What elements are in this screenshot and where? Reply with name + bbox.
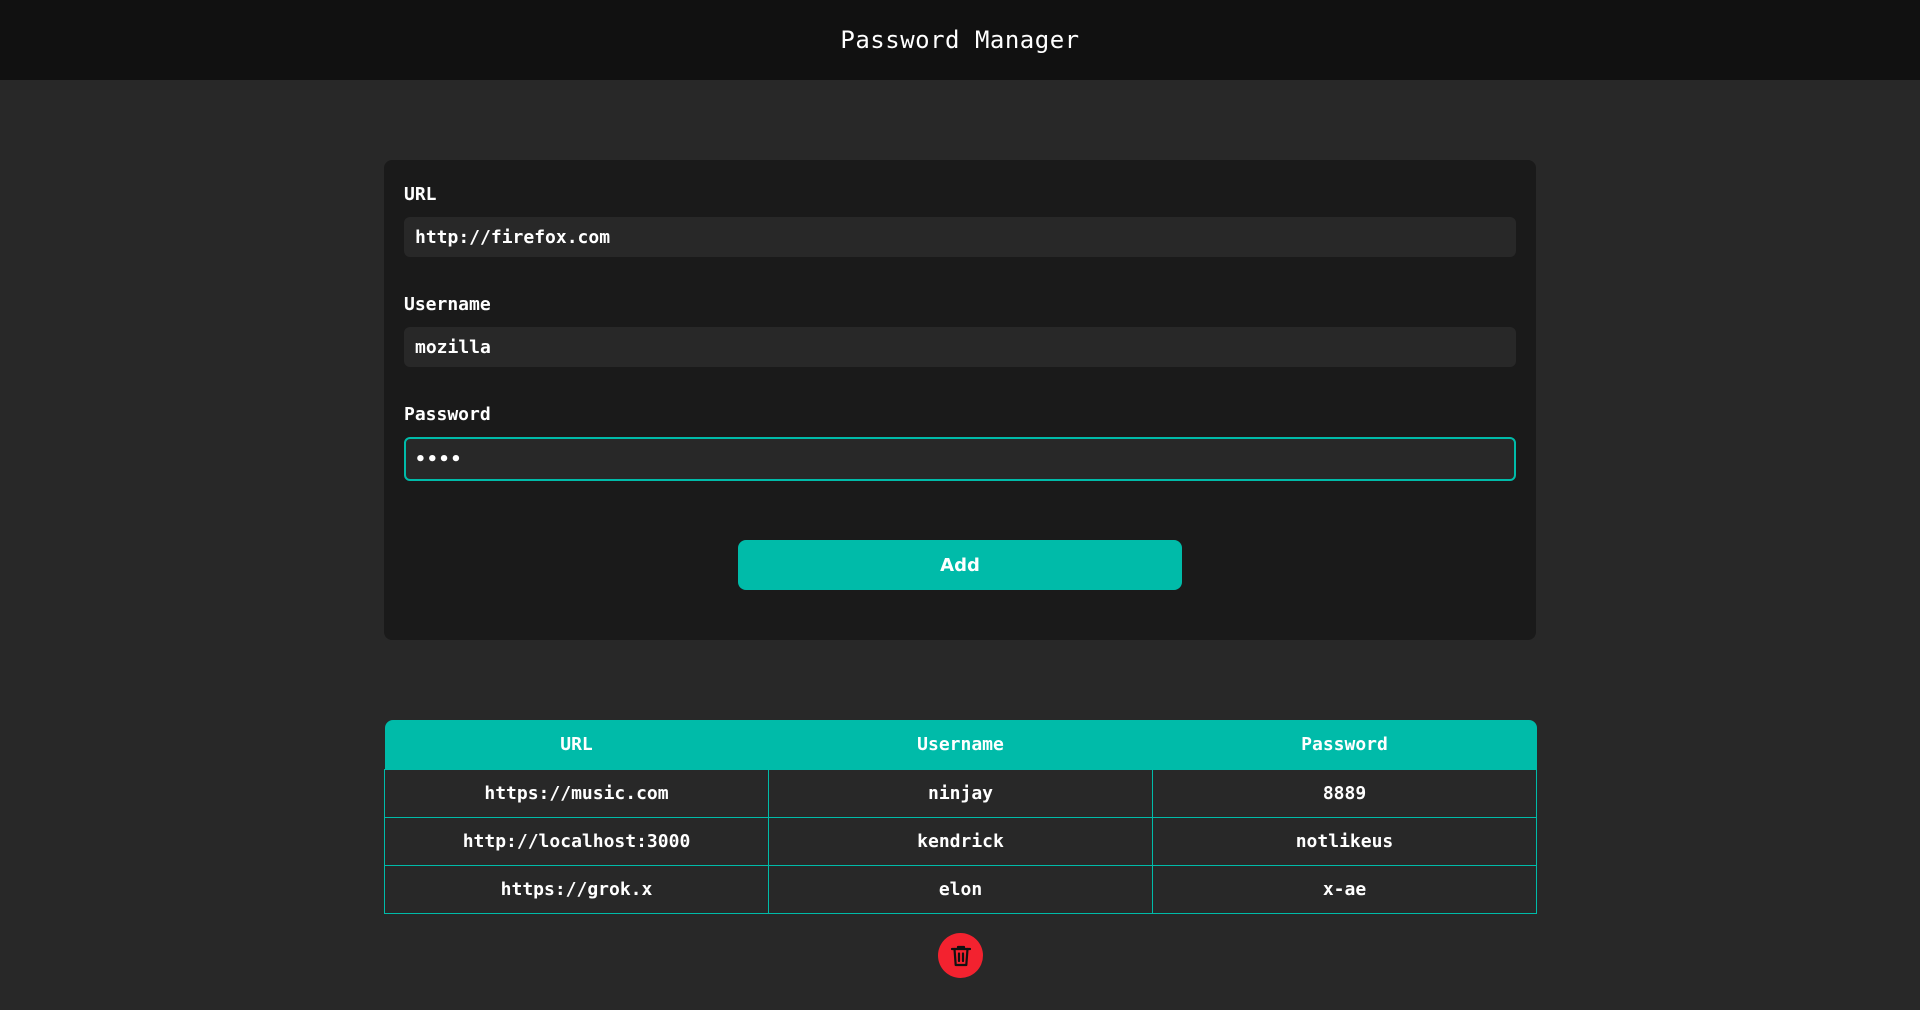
credentials-table-container: URL Username Password https://music.com … bbox=[384, 720, 1537, 914]
password-field-group: Password bbox=[404, 404, 1516, 481]
table-row: https://grok.x elon x-ae bbox=[384, 864, 1537, 914]
cell-username: elon bbox=[768, 864, 1153, 914]
cell-username: ninjay bbox=[768, 768, 1153, 818]
add-credential-form: URL Username Password Add bbox=[384, 160, 1536, 640]
cell-password: 8889 bbox=[1152, 768, 1537, 818]
url-input[interactable] bbox=[404, 217, 1516, 257]
cell-url: https://grok.x bbox=[384, 864, 769, 914]
url-label: URL bbox=[404, 184, 437, 205]
password-input[interactable] bbox=[404, 437, 1516, 481]
table-row: http://localhost:3000 kendrick notlikeus bbox=[384, 816, 1537, 866]
app-header: Password Manager bbox=[0, 0, 1920, 80]
credentials-table: URL Username Password https://music.com … bbox=[384, 720, 1537, 914]
username-field-group: Username bbox=[404, 294, 1516, 367]
cell-password: notlikeus bbox=[1152, 816, 1537, 866]
password-label: Password bbox=[404, 404, 491, 425]
cell-password: x-ae bbox=[1152, 864, 1537, 914]
username-label: Username bbox=[404, 294, 491, 315]
page-title: Password Manager bbox=[840, 26, 1080, 54]
column-header-password: Password bbox=[1152, 720, 1537, 769]
table-row: https://music.com ninjay 8889 bbox=[384, 768, 1537, 818]
cell-username: kendrick bbox=[768, 816, 1153, 866]
table-header-row: URL Username Password bbox=[384, 720, 1537, 769]
cell-url: http://localhost:3000 bbox=[384, 816, 769, 866]
username-input[interactable] bbox=[404, 327, 1516, 367]
delete-all-button[interactable] bbox=[938, 933, 983, 978]
trash-icon bbox=[950, 944, 972, 968]
add-button[interactable]: Add bbox=[738, 540, 1182, 590]
column-header-username: Username bbox=[768, 720, 1153, 769]
cell-url: https://music.com bbox=[384, 768, 769, 818]
url-field-group: URL bbox=[404, 184, 1516, 257]
column-header-url: URL bbox=[384, 720, 769, 769]
